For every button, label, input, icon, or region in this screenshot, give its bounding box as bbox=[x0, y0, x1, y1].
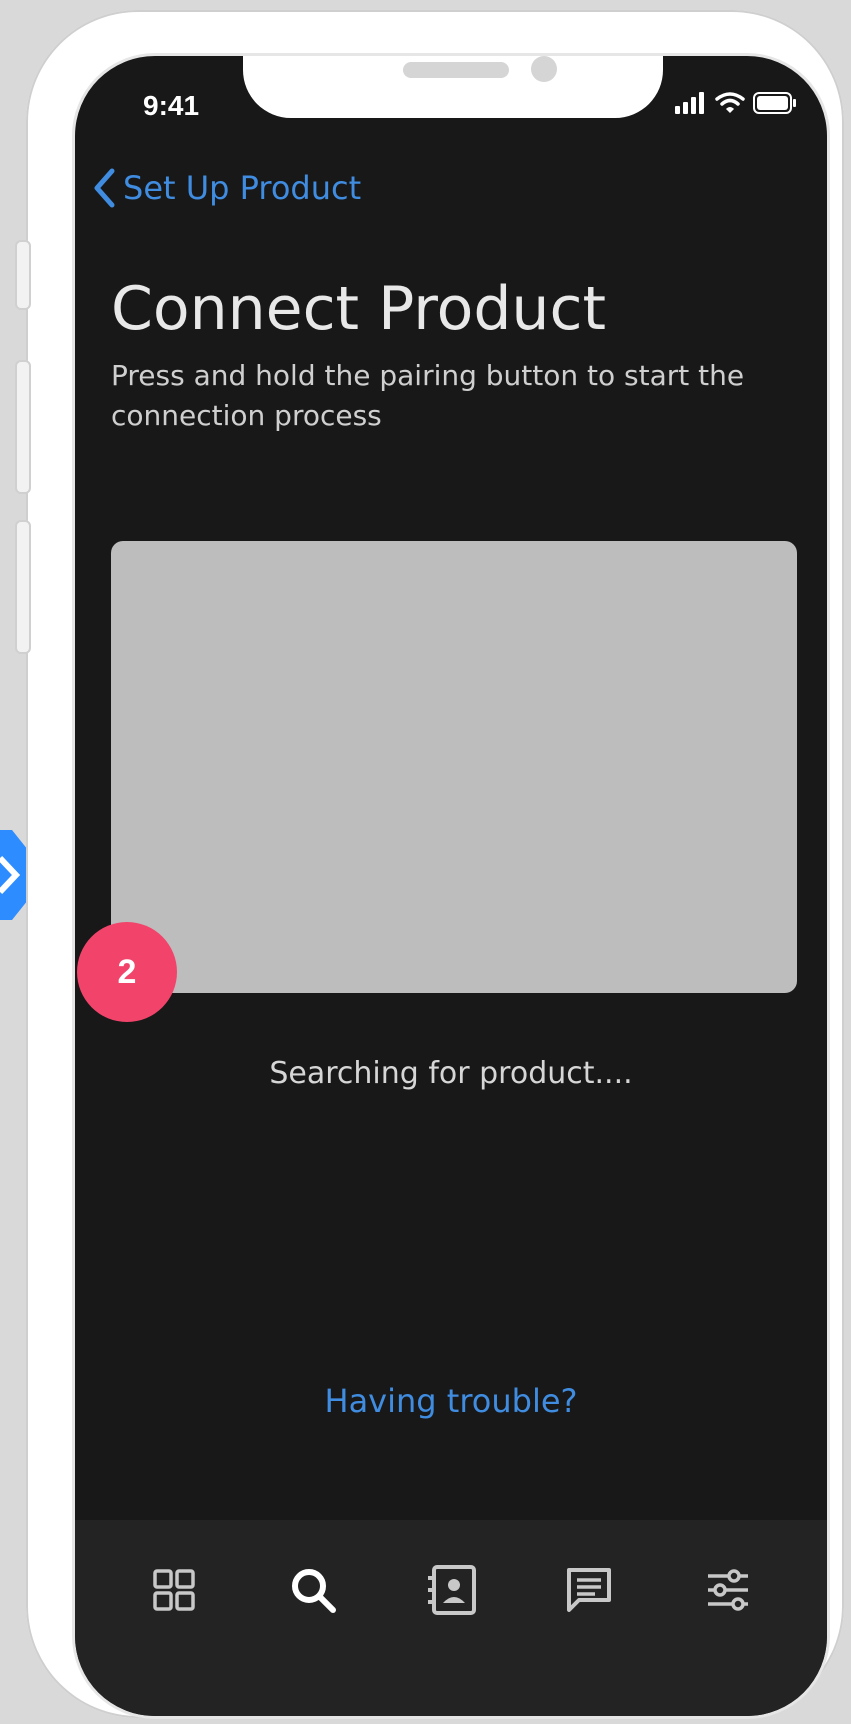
sliders-icon bbox=[707, 1569, 748, 1611]
front-camera bbox=[531, 56, 557, 82]
phone-screen: 9:41 Set Up Product Connect Product Pres… bbox=[75, 56, 827, 1716]
phone-side-button bbox=[15, 240, 31, 310]
back-button[interactable]: Set Up Product bbox=[93, 168, 361, 208]
search-icon bbox=[291, 1569, 336, 1613]
tab-dashboard[interactable] bbox=[134, 1550, 214, 1630]
phone-side-button bbox=[15, 360, 31, 494]
cellular-signal-icon bbox=[675, 92, 704, 114]
step-number-badge: 2 bbox=[77, 922, 177, 1022]
tab-settings[interactable] bbox=[688, 1550, 768, 1630]
back-button-label: Set Up Product bbox=[123, 169, 362, 207]
grid-icon bbox=[153, 1569, 195, 1611]
phone-side-button bbox=[15, 520, 31, 654]
chevron-left-icon bbox=[94, 168, 115, 208]
contacts-icon bbox=[427, 1565, 476, 1615]
searching-status-text: Searching for product.... bbox=[269, 1056, 633, 1091]
wifi-icon bbox=[715, 92, 745, 113]
phone-notch bbox=[243, 56, 663, 118]
tab-contacts[interactable] bbox=[411, 1550, 491, 1630]
tab-messages[interactable] bbox=[549, 1550, 629, 1630]
message-icon bbox=[567, 1568, 612, 1612]
speaker-grille bbox=[403, 62, 509, 78]
tab-bar bbox=[75, 1520, 827, 1716]
battery-icon bbox=[753, 92, 796, 114]
status-time: 9:41 bbox=[143, 90, 200, 121]
tab-search[interactable] bbox=[273, 1550, 353, 1630]
status-icons bbox=[675, 92, 797, 114]
page-title: Connect Product bbox=[111, 274, 606, 344]
page-subtitle: Press and hold the pairing button to sta… bbox=[111, 359, 745, 432]
having-trouble-link[interactable]: Having trouble? bbox=[75, 1382, 827, 1420]
product-image-placeholder bbox=[111, 541, 797, 993]
